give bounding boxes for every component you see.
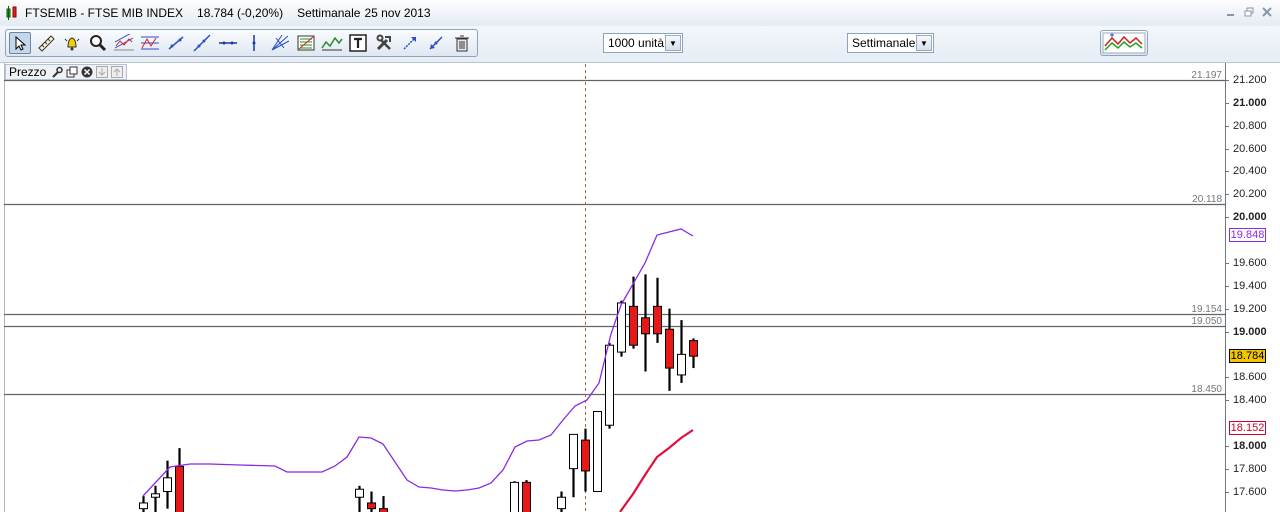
axis-tick <box>1225 263 1229 264</box>
candle-body <box>641 317 650 335</box>
axis-tick <box>1225 217 1229 218</box>
price-chart <box>4 64 1225 512</box>
candle-body <box>605 344 614 426</box>
candle-body <box>510 481 519 512</box>
axis-tick-label: 20.400 <box>1233 165 1267 177</box>
axis-tick <box>1225 492 1229 493</box>
axis-tick-label: 19.000 <box>1233 326 1267 338</box>
axis-tick <box>1225 446 1229 447</box>
level-label: 18.450 <box>1191 383 1222 395</box>
axis-tick-label: 18.400 <box>1233 394 1267 406</box>
axis-tick <box>1225 80 1229 81</box>
copy-icon[interactable] <box>66 66 78 78</box>
axis-tick <box>1225 377 1229 378</box>
candle-body <box>629 305 638 346</box>
candle-body <box>557 496 566 510</box>
move-up-icon[interactable] <box>111 66 124 78</box>
candle-body <box>653 305 662 335</box>
axis-tick-label: 17.600 <box>1233 486 1267 498</box>
level-label: 21.197 <box>1191 69 1222 81</box>
candle-body <box>677 353 686 376</box>
candle-body <box>151 493 160 498</box>
axis-tick <box>1225 126 1229 127</box>
axis-tick <box>1225 309 1229 310</box>
candle-body <box>569 433 578 470</box>
axis-tick-label: 20.200 <box>1233 188 1267 200</box>
candle-body <box>522 481 531 512</box>
axis-tick-label: 17.800 <box>1233 463 1267 475</box>
axis-tick <box>1225 332 1229 333</box>
axis-tick <box>1225 103 1229 104</box>
price-badge: 19.848 <box>1229 228 1266 242</box>
candle-body <box>139 502 148 510</box>
axis-tick-label: 20.000 <box>1233 211 1267 223</box>
candle-body <box>175 465 184 512</box>
price-badge: 18.784 <box>1229 349 1266 363</box>
axis-tick-label: 21.200 <box>1233 74 1267 86</box>
axis-tick <box>1225 286 1229 287</box>
level-label: 19.050 <box>1191 315 1222 327</box>
axis-tick <box>1225 194 1229 195</box>
pane-title: Prezzo <box>9 65 47 79</box>
move-down-icon[interactable] <box>96 66 109 78</box>
candle-body <box>367 502 376 510</box>
axis-tick-label: 18.000 <box>1233 440 1267 452</box>
level-label: 20.118 <box>1192 193 1222 205</box>
candle-body <box>665 328 674 369</box>
candle-body <box>593 411 602 493</box>
wrench-icon[interactable] <box>51 66 64 78</box>
axis-tick-label: 20.600 <box>1233 143 1267 155</box>
axis-tick <box>1225 149 1229 150</box>
candle-body <box>355 488 364 498</box>
level-label: 19.154 <box>1191 303 1222 315</box>
axis-tick <box>1225 400 1229 401</box>
price-badge: 18.152 <box>1229 421 1266 435</box>
axis-tick-label: 20.800 <box>1233 120 1267 132</box>
candle-body <box>581 439 590 472</box>
axis-tick-label: 19.600 <box>1233 257 1267 269</box>
axis-tick-label: 18.600 <box>1233 371 1267 383</box>
axis-tick <box>1225 469 1229 470</box>
candle-body <box>689 340 698 357</box>
candle-body <box>379 508 388 512</box>
candle-body <box>163 477 172 493</box>
moving-average-line <box>619 429 694 512</box>
axis-tick-label: 21.000 <box>1233 97 1267 109</box>
axis-tick-label: 19.200 <box>1233 303 1267 315</box>
price-pane-header: Prezzo <box>5 64 128 80</box>
axis-tick <box>1225 171 1229 172</box>
close-pane-icon[interactable] <box>81 66 93 78</box>
axis-tick-label: 19.400 <box>1233 280 1267 292</box>
